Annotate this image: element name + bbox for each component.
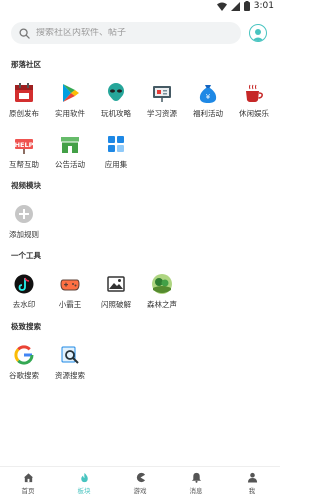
wifi-icon	[216, 2, 227, 11]
tile-label: 添加规则	[9, 230, 39, 239]
tile-mutual-help[interactable]: HELP 互帮互助	[4, 133, 44, 170]
signal-icon	[230, 1, 240, 11]
tile-label: 学习资源	[147, 109, 177, 118]
add-circle-icon	[15, 205, 33, 223]
presentation-icon	[153, 86, 171, 102]
nav-home[interactable]: 首页	[0, 467, 56, 500]
tile-label: 资源搜索	[55, 371, 85, 380]
forest-icon	[152, 274, 172, 294]
battery-icon	[243, 1, 250, 11]
tile-original-post[interactable]: 原创发布	[4, 82, 44, 119]
tile-label: 福利活动	[193, 109, 223, 118]
tile-announcements[interactable]: 公告活动	[50, 133, 90, 170]
tile-label: 玩机攻略	[101, 109, 131, 118]
section-title-tools: 一个工具	[11, 251, 41, 260]
shop-icon	[61, 137, 79, 153]
play-store-icon	[63, 84, 79, 102]
tile-app-collection[interactable]: 应用集	[96, 133, 136, 170]
tile-forest-sound[interactable]: 森林之声	[142, 273, 182, 310]
section-title-search: 极致搜索	[11, 322, 41, 331]
tile-label: 休闲娱乐	[239, 109, 269, 118]
section-title-community: 那落社区	[11, 60, 41, 69]
tile-label: 谷歌搜索	[9, 371, 39, 380]
search-input[interactable]	[36, 28, 226, 38]
tile-watermark-remover[interactable]: 去水印	[4, 273, 44, 310]
tile-google-search[interactable]: 谷歌搜索	[4, 344, 44, 381]
tiktok-icon	[14, 274, 34, 294]
nav-label: 消息	[189, 487, 203, 495]
google-icon	[14, 345, 34, 365]
tile-useful-software[interactable]: 实用软件	[50, 82, 90, 119]
tile-resource-search[interactable]: 资源搜索	[50, 344, 90, 381]
nav-messages[interactable]: 消息	[168, 467, 224, 500]
calendar-icon	[15, 83, 33, 102]
money-bag-icon: ¥	[199, 85, 217, 103]
coffee-cup-icon	[246, 84, 263, 102]
tile-label: 去水印	[12, 300, 36, 309]
pacman-icon	[136, 472, 145, 483]
tile-learning-resources[interactable]: 学习资源	[142, 82, 182, 119]
svg-text:¥: ¥	[206, 93, 211, 101]
tile-phone-guide[interactable]: 玩机攻略	[96, 82, 136, 119]
tile-label: 闪照破解	[101, 300, 131, 309]
svg-text:HELP: HELP	[15, 141, 34, 149]
bell-icon	[191, 472, 201, 483]
nav-label: 我	[248, 487, 256, 495]
search-row	[11, 21, 271, 45]
status-bar: 3:01	[0, 0, 280, 16]
magnifier-doc-icon	[61, 346, 79, 364]
tile-label: 互帮互助	[9, 160, 39, 169]
nav-label: 首页	[21, 487, 35, 495]
flame-icon	[80, 472, 88, 483]
nav-games[interactable]: 游戏	[112, 467, 168, 500]
tile-xiaobawang[interactable]: 小霸王	[50, 273, 90, 310]
tile-label: 公告活动	[55, 160, 85, 169]
status-time: 3:01	[253, 1, 274, 11]
tile-add-rule[interactable]: 添加规则	[4, 203, 44, 240]
tile-flash-photo-crack[interactable]: 闪照破解	[96, 273, 136, 310]
nav-me[interactable]: 我	[224, 467, 280, 500]
tile-label: 原创发布	[9, 109, 39, 118]
avatar[interactable]	[249, 24, 267, 42]
tile-label: 小霸王	[58, 300, 82, 309]
person-icon	[247, 472, 257, 483]
tile-label: 应用集	[104, 160, 128, 169]
help-sign-icon: HELP	[15, 139, 34, 154]
section-title-video: 视频模块	[11, 181, 41, 190]
tile-leisure[interactable]: 休闲娱乐	[234, 82, 274, 119]
tile-label: 森林之声	[147, 300, 177, 309]
search-box[interactable]	[11, 22, 241, 44]
bottom-nav: 首页 板块 游戏 消息 我	[0, 466, 280, 500]
nav-label: 游戏	[133, 487, 147, 495]
tile-label: 实用软件	[55, 109, 85, 118]
nav-label: 板块	[77, 487, 91, 495]
nav-sections[interactable]: 板块	[56, 467, 112, 500]
user-avatar-icon	[252, 29, 264, 41]
app-grid-icon	[108, 136, 124, 152]
alien-icon	[108, 83, 124, 101]
tile-welfare-events[interactable]: ¥ 福利活动	[188, 82, 228, 119]
home-icon	[23, 473, 33, 483]
gamepad-icon	[60, 279, 80, 291]
search-icon	[19, 27, 30, 39]
image-icon	[107, 276, 125, 292]
